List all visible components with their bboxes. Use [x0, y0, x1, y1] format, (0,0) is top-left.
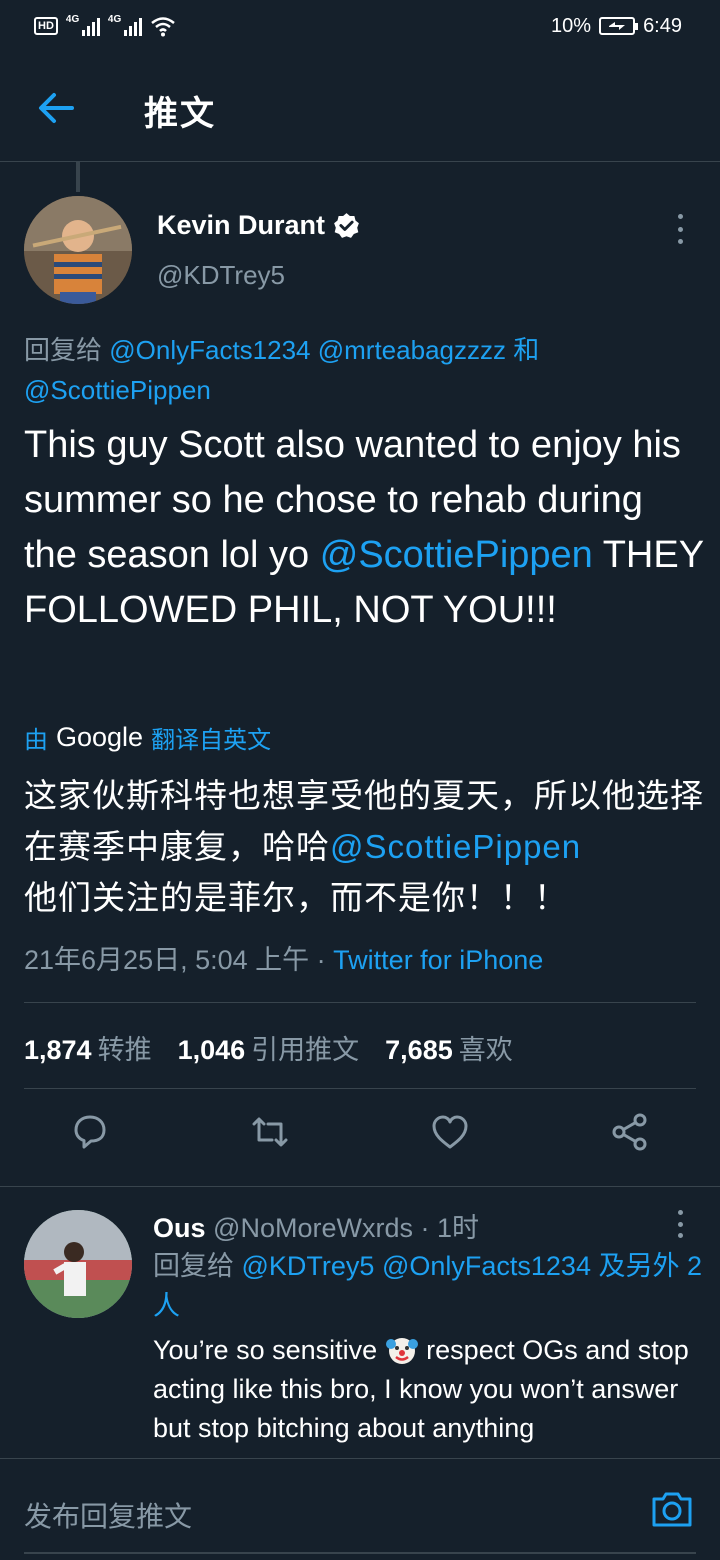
translated-part: 他们关注的是菲尔，而不是你！！！: [24, 879, 568, 916]
back-button[interactable]: [34, 88, 78, 128]
status-left: HD 4G 4G: [34, 12, 176, 40]
reply-time: 1时: [437, 1213, 480, 1243]
author-name-text: Kevin Durant: [157, 210, 326, 240]
network-type-label: 4G: [65, 14, 80, 25]
mention-link[interactable]: @KDTrey5: [242, 1251, 375, 1281]
tweet-meta: 21年6月25日, 5:04 上午 · Twitter for iPhone: [24, 938, 543, 977]
likes-stat[interactable]: 7,685 喜欢: [385, 1028, 513, 1067]
author-avatar[interactable]: [24, 196, 132, 304]
heart-icon: [432, 1115, 468, 1149]
action-bar: [0, 1110, 720, 1170]
meta-separator: ·: [316, 945, 326, 975]
clown-emoji-icon: [385, 1338, 418, 1364]
retweets-stat[interactable]: 1,874 转推: [24, 1028, 152, 1067]
reply-author-handle[interactable]: @NoMoreWxrds: [213, 1213, 413, 1243]
battery-percent: 10%: [551, 14, 592, 37]
retweet-icon: [252, 1117, 288, 1147]
camera-button[interactable]: [650, 1489, 694, 1529]
verified-badge-icon: [334, 213, 359, 238]
battery-icon: [599, 17, 639, 35]
reply-to-line: 回复给 @OnlyFacts1234 @mrteabagzzzz 和 @Scot…: [24, 330, 704, 410]
mention-link[interactable]: @ScottiePippen: [24, 375, 211, 405]
likes-label: 喜欢: [458, 1035, 513, 1065]
translation-attribution[interactable]: 由 Google 翻译自英文: [24, 720, 271, 755]
translate-suffix: 翻译自英文: [151, 727, 272, 754]
clock: 6:49: [643, 14, 682, 37]
network-type-label-2: 4G: [107, 14, 122, 25]
quotes-label: 引用推文: [251, 1035, 360, 1065]
share-button[interactable]: [608, 1110, 652, 1154]
retweets-count: 1,874: [24, 1035, 92, 1065]
reply-author-avatar[interactable]: [24, 1210, 132, 1318]
reply-header: Ous @NoMoreWxrds · 1时: [153, 1206, 479, 1245]
page-title: 推文: [144, 95, 216, 133]
reply-prefix: 回复给: [153, 1251, 234, 1281]
reply-separator: ·: [420, 1213, 430, 1243]
reply-button[interactable]: [68, 1110, 112, 1154]
reply-and: 和: [513, 335, 540, 365]
translated-mention-link[interactable]: @ScottiePippen: [330, 828, 581, 865]
reply-author-name[interactable]: Ous: [153, 1213, 206, 1243]
divider: [24, 1002, 696, 1003]
signal-icon-2: 4G: [107, 14, 142, 36]
reply-text-part: You’re so sensitive: [153, 1335, 378, 1365]
mention-link[interactable]: @OnlyFacts1234: [382, 1251, 591, 1281]
tweet-mention-link[interactable]: @ScottiePippen: [320, 534, 593, 576]
quotes-stat[interactable]: 1,046 引用推文: [178, 1028, 360, 1067]
status-right: 10% 6:49: [551, 12, 682, 40]
camera-icon: [652, 1492, 692, 1527]
reply-prefix: 回复给: [24, 335, 103, 365]
author-name[interactable]: Kevin Durant: [157, 210, 360, 241]
retweets-label: 转推: [97, 1035, 152, 1065]
signal-icon: 4G: [65, 14, 100, 36]
author-handle[interactable]: @KDTrey5: [157, 260, 285, 291]
share-icon: [612, 1113, 647, 1151]
translated-text: 这家伙斯科特也想享受他的夏天，所以他选择在赛季中康复，哈哈@ScottiePip…: [24, 770, 704, 923]
compose-reply-input[interactable]: 发布回复推文: [24, 1495, 192, 1535]
input-underline: [24, 1552, 696, 1554]
status-bar: HD 4G 4G 10% 6:49: [0, 0, 720, 52]
mention-link[interactable]: @OnlyFacts1234: [109, 335, 310, 365]
divider: [24, 1088, 696, 1089]
reply-more-options-icon[interactable]: [674, 1210, 686, 1238]
translate-prefix: 由: [24, 727, 48, 754]
compose-bar: 发布回复推文: [0, 1458, 720, 1560]
quotes-count: 1,046: [177, 1035, 246, 1065]
google-logo: Google: [56, 722, 144, 752]
more-options-icon[interactable]: [674, 214, 686, 244]
back-arrow-icon: [39, 93, 74, 123]
mention-link[interactable]: @mrteabagzzzz: [318, 335, 506, 365]
like-button[interactable]: [428, 1110, 472, 1154]
reply-to-line: 回复给 @KDTrey5 @OnlyFacts1234 及另外 2 人: [153, 1246, 703, 1326]
tweet-timestamp: 21年6月25日, 5:04 上午: [24, 945, 310, 975]
comment-icon: [74, 1115, 106, 1149]
tweet-text: This guy Scott also wanted to enjoy his …: [24, 418, 704, 638]
thread-line: [76, 162, 80, 192]
section-divider: [0, 1186, 720, 1187]
retweet-button[interactable]: [248, 1110, 292, 1154]
reply-text: You’re so sensitive respect OGs and stop…: [153, 1331, 713, 1448]
top-app-bar: 推文: [0, 52, 720, 162]
engagement-stats: 1,874 转推 1,046 引用推文 7,685 喜欢: [24, 1028, 513, 1067]
likes-count: 7,685: [385, 1035, 453, 1065]
hd-badge: HD: [34, 17, 58, 35]
wifi-icon: [151, 17, 175, 37]
tweet-source-link[interactable]: Twitter for iPhone: [333, 945, 543, 975]
